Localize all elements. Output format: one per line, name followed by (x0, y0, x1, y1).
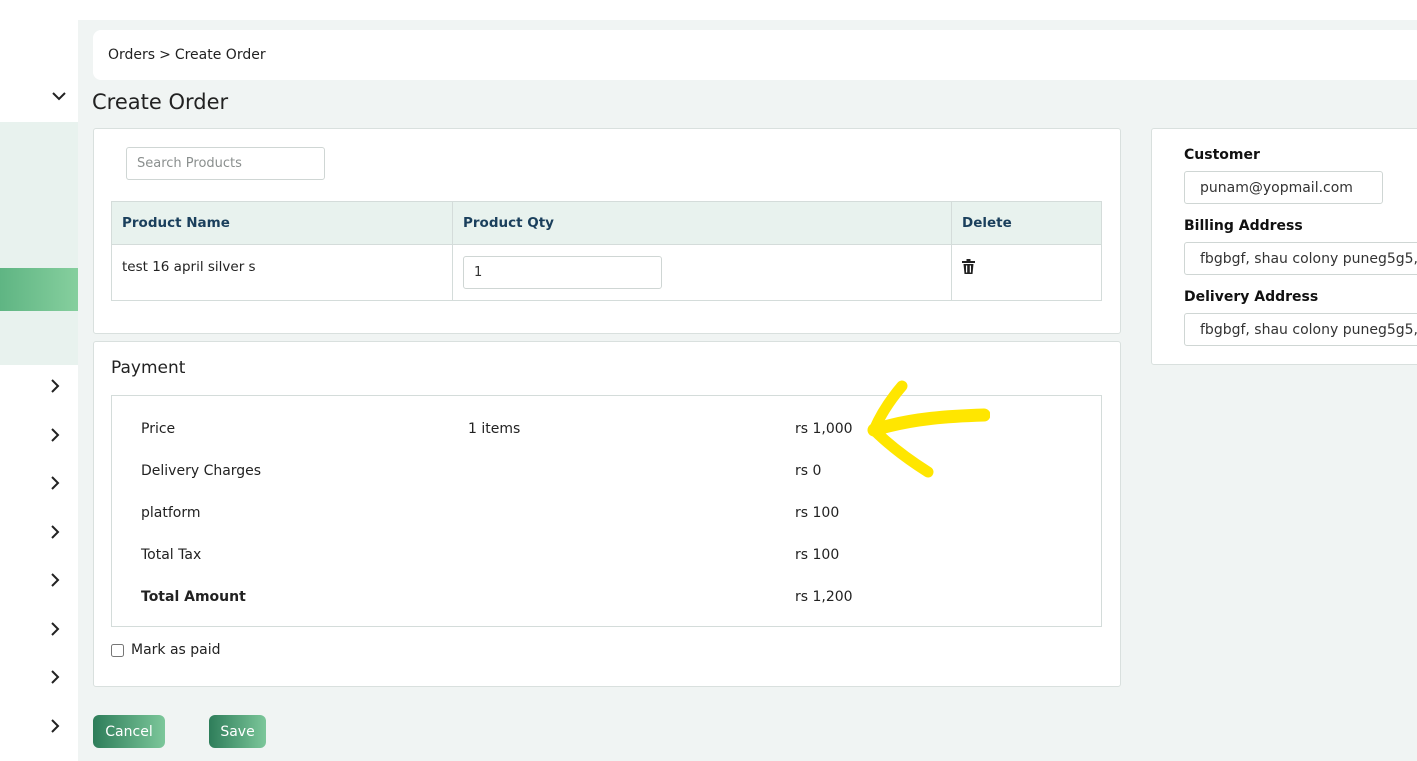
chevron-right-icon[interactable] (47, 524, 63, 540)
product-name: test 16 april silver s (122, 259, 256, 275)
page-title: Create Order (92, 90, 229, 114)
billing-address-field[interactable] (1184, 242, 1417, 275)
chevron-right-icon[interactable] (47, 621, 63, 637)
customer-field[interactable] (1184, 171, 1383, 204)
payment-amount: rs 1,200 (795, 589, 853, 605)
delete-cell (951, 244, 1102, 301)
sidebar-item-active[interactable] (0, 268, 78, 311)
payment-row-price: Price 1 items rs 1,000 (112, 421, 1101, 441)
breadcrumb: Orders > Create Order (93, 30, 1417, 80)
products-table: Product Name Product Qty Delete test 16 … (111, 201, 1102, 301)
chevron-right-icon[interactable] (47, 669, 63, 685)
payment-card: Payment Price 1 items rs 1,000 Delivery … (93, 341, 1121, 687)
breadcrumb-current: Create Order (174, 47, 266, 63)
billing-address-label: Billing Address (1184, 218, 1303, 234)
payment-summary: Price 1 items rs 1,000 Delivery Charges … (111, 395, 1102, 627)
chevron-right-icon[interactable] (47, 718, 63, 734)
column-header-product-name: Product Name (111, 201, 453, 245)
save-button[interactable]: Save (209, 715, 266, 748)
chevron-right-icon[interactable] (47, 427, 63, 443)
payment-row-tax: Total Tax rs 100 (112, 547, 1101, 567)
mark-as-paid-checkbox[interactable] (111, 643, 124, 657)
payment-amount: rs 100 (795, 505, 840, 521)
payment-amount: rs 1,000 (795, 421, 853, 437)
payment-title: Payment (111, 358, 186, 378)
product-name-cell: test 16 april silver s (111, 244, 453, 301)
customer-card: Customer Billing Address Delivery Addres… (1151, 128, 1417, 365)
sidebar-submenu (0, 122, 78, 365)
products-card: Product Name Product Qty Delete test 16 … (93, 128, 1121, 334)
payment-row-delivery: Delivery Charges rs 0 (112, 463, 1101, 483)
mark-as-paid[interactable]: Mark as paid (111, 642, 221, 658)
chevron-right-icon[interactable] (47, 378, 63, 394)
cancel-button[interactable]: Cancel (93, 715, 165, 748)
payment-row-total: Total Amount rs 1,200 (112, 589, 1101, 609)
breadcrumb-separator: > (159, 47, 171, 63)
trash-icon[interactable] (962, 259, 975, 274)
product-qty-cell (452, 244, 952, 301)
column-header-delete: Delete (951, 201, 1102, 245)
quantity-input[interactable] (463, 256, 662, 289)
customer-label: Customer (1184, 147, 1260, 163)
payment-detail: 1 items (468, 421, 521, 437)
payment-amount: rs 0 (795, 463, 822, 479)
payment-row-platform: platform rs 100 (112, 505, 1101, 525)
payment-label: Total Amount (141, 589, 246, 605)
chevron-right-icon[interactable] (47, 572, 63, 588)
chevron-down-icon[interactable] (50, 88, 68, 104)
chevron-right-icon[interactable] (47, 475, 63, 491)
payment-label: Total Tax (141, 547, 202, 563)
payment-label: platform (141, 505, 201, 521)
search-products-input[interactable] (126, 147, 325, 180)
delivery-address-label: Delivery Address (1184, 289, 1319, 305)
column-header-product-qty: Product Qty (452, 201, 952, 245)
payment-label: Price (141, 421, 176, 437)
payment-amount: rs 100 (795, 547, 840, 563)
mark-as-paid-label: Mark as paid (131, 642, 221, 658)
breadcrumb-orders[interactable]: Orders (108, 47, 155, 63)
table-header-row: Product Name Product Qty Delete (111, 201, 1102, 245)
delivery-address-field[interactable] (1184, 313, 1417, 346)
table-row: test 16 april silver s (111, 244, 1102, 301)
payment-label: Delivery Charges (141, 463, 262, 479)
sidebar (0, 0, 78, 761)
main-content: Orders > Create Order Create Order Produ… (78, 20, 1417, 761)
